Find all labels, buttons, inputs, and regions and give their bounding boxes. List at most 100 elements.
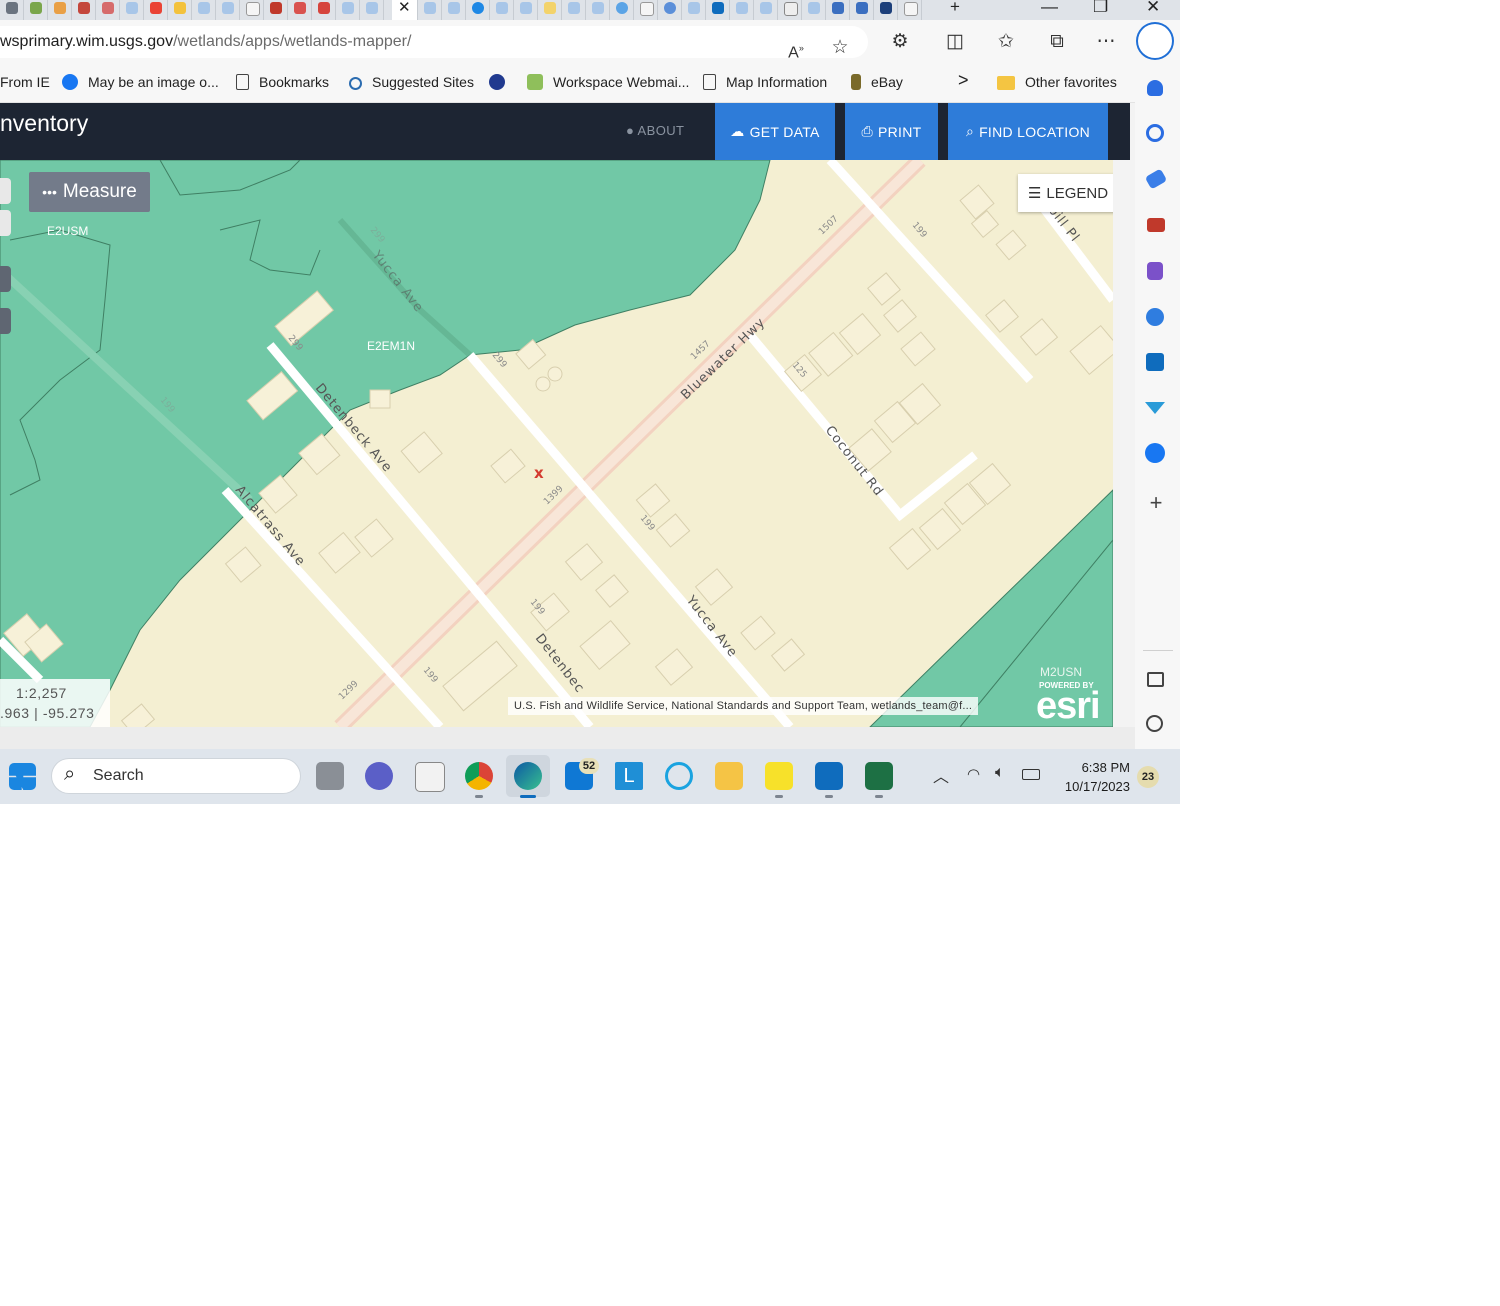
tab[interactable] xyxy=(850,0,874,20)
close-window-button[interactable]: ✕ xyxy=(1146,0,1160,17)
tab[interactable] xyxy=(562,0,586,20)
tab[interactable] xyxy=(144,0,168,20)
show-hidden-icons-chevron-icon[interactable]: ︿ xyxy=(933,763,949,787)
file-explorer-icon[interactable] xyxy=(715,762,743,790)
tab[interactable] xyxy=(360,0,384,20)
tab[interactable] xyxy=(442,0,466,20)
tab-download[interactable] xyxy=(24,0,48,20)
locate-button[interactable] xyxy=(0,308,11,334)
excel-icon[interactable] xyxy=(865,762,893,790)
send-icon[interactable] xyxy=(1145,402,1165,414)
favorite-facebook[interactable]: May be an image o... xyxy=(62,74,219,90)
get-data-button[interactable]: ☁ GET DATA xyxy=(715,103,835,160)
l-app-icon[interactable]: L xyxy=(615,762,643,790)
cortana-icon[interactable] xyxy=(665,762,693,790)
tab[interactable] xyxy=(240,0,264,20)
address-bar[interactable]: wsprimary.wim.usgs.gov/wetlands/apps/wet… xyxy=(0,26,868,61)
tab[interactable] xyxy=(874,0,898,20)
tab[interactable] xyxy=(730,0,754,20)
tab[interactable] xyxy=(216,0,240,20)
favorite-ebay[interactable]: eBay xyxy=(851,74,903,90)
favorite-bookmarks[interactable]: Bookmarks xyxy=(236,74,329,90)
tab[interactable] xyxy=(120,0,144,20)
more-menu-icon[interactable]: ⋯ xyxy=(1092,28,1120,56)
home-button[interactable] xyxy=(0,266,11,292)
edge-icon[interactable] xyxy=(514,762,542,790)
minimize-button[interactable]: — xyxy=(1041,0,1058,17)
tab[interactable] xyxy=(538,0,562,20)
tab-active-wetlands-mapper[interactable]: ✕ xyxy=(392,0,418,20)
favorites-icon[interactable]: ✩ xyxy=(992,28,1020,56)
tab-audio[interactable] xyxy=(0,0,24,20)
tab[interactable] xyxy=(336,0,360,20)
toolbox-icon[interactable] xyxy=(1147,218,1165,232)
tab[interactable] xyxy=(466,0,490,20)
tab[interactable] xyxy=(778,0,802,20)
favorites-overflow-chevron-icon[interactable]: > xyxy=(958,70,969,91)
tab[interactable] xyxy=(96,0,120,20)
tab[interactable] xyxy=(682,0,706,20)
map-canvas[interactable]: x E2USM E2EM1N Yucca Ave Bluewater Hwy C… xyxy=(0,160,1113,727)
tab[interactable] xyxy=(490,0,514,20)
favorite-suggested-sites[interactable]: Suggested Sites xyxy=(349,74,474,90)
copilot-icon[interactable] xyxy=(1138,24,1172,58)
tab[interactable] xyxy=(72,0,96,20)
find-location-button[interactable]: ⌕ FIND LOCATION xyxy=(948,103,1108,160)
zoom-in-button[interactable] xyxy=(0,178,11,204)
task-view-icon[interactable] xyxy=(316,762,344,790)
tab[interactable] xyxy=(288,0,312,20)
tab[interactable] xyxy=(610,0,634,20)
system-clock[interactable]: 6:38 PM 10/17/2023 xyxy=(1058,758,1130,796)
battery-icon[interactable] xyxy=(1022,769,1040,780)
bell-icon[interactable] xyxy=(1147,80,1163,96)
favorite-star-icon[interactable]: ☆ xyxy=(826,34,854,62)
volume-icon[interactable]: 🔈︎ xyxy=(995,764,1005,782)
favorite-map-information[interactable]: Map Information xyxy=(703,74,827,90)
facebook-icon[interactable] xyxy=(1145,443,1165,463)
tab[interactable] xyxy=(168,0,192,20)
zoom-out-button[interactable] xyxy=(0,210,11,236)
notification-count-badge[interactable]: 23 xyxy=(1137,766,1159,788)
outlook-icon[interactable] xyxy=(1146,353,1164,371)
extensions-icon[interactable]: ⚙ xyxy=(886,28,914,56)
microsoft365-icon[interactable] xyxy=(1146,308,1164,326)
favorite-webmail-logo[interactable] xyxy=(489,74,515,90)
tab[interactable] xyxy=(898,0,922,20)
sidebar-toggle-icon[interactable] xyxy=(1147,672,1164,687)
measure-button[interactable]: ••• Measure xyxy=(29,172,150,212)
microsoft-store-icon[interactable] xyxy=(415,762,445,792)
tab[interactable] xyxy=(312,0,336,20)
add-app-icon[interactable]: + xyxy=(1145,492,1167,514)
taskbar-search-box[interactable]: ⌕ Search xyxy=(52,759,300,793)
tab[interactable] xyxy=(754,0,778,20)
read-aloud-icon[interactable]: A» xyxy=(782,34,810,62)
favorite-workspace-webmail[interactable]: Workspace Webmai... xyxy=(527,74,689,90)
start-button-windows-icon[interactable] xyxy=(9,763,36,790)
tab[interactable] xyxy=(514,0,538,20)
games-icon[interactable] xyxy=(1147,262,1163,280)
close-tab-icon[interactable]: ✕ xyxy=(398,0,411,16)
map-view[interactable]: x E2USM E2EM1N Yucca Ave Bluewater Hwy C… xyxy=(0,160,1113,727)
tab[interactable] xyxy=(706,0,730,20)
collections-icon[interactable]: ⧉ xyxy=(1043,28,1071,56)
outlook-icon[interactable] xyxy=(815,762,843,790)
tab[interactable] xyxy=(264,0,288,20)
tab[interactable] xyxy=(192,0,216,20)
favorite-other-favorites[interactable]: Other favorites xyxy=(997,74,1117,90)
tab[interactable] xyxy=(802,0,826,20)
tab[interactable] xyxy=(48,0,72,20)
legend-button[interactable]: ☰ LEGEND xyxy=(1018,174,1113,212)
restore-button[interactable]: ❐ xyxy=(1093,0,1108,17)
chrome-icon[interactable] xyxy=(465,762,493,790)
tab[interactable] xyxy=(586,0,610,20)
shopping-tag-icon[interactable] xyxy=(1144,168,1168,190)
settings-gear-icon[interactable] xyxy=(1146,715,1163,732)
new-tab-button[interactable]: + xyxy=(950,0,960,17)
search-icon[interactable] xyxy=(1146,124,1164,142)
tab[interactable] xyxy=(826,0,850,20)
tab[interactable] xyxy=(658,0,682,20)
about-link[interactable]: ● ABOUT xyxy=(626,123,684,138)
split-screen-icon[interactable]: ◫ xyxy=(941,28,969,56)
favorite-from-ie[interactable]: From IE xyxy=(0,74,50,90)
tab[interactable] xyxy=(634,0,658,20)
